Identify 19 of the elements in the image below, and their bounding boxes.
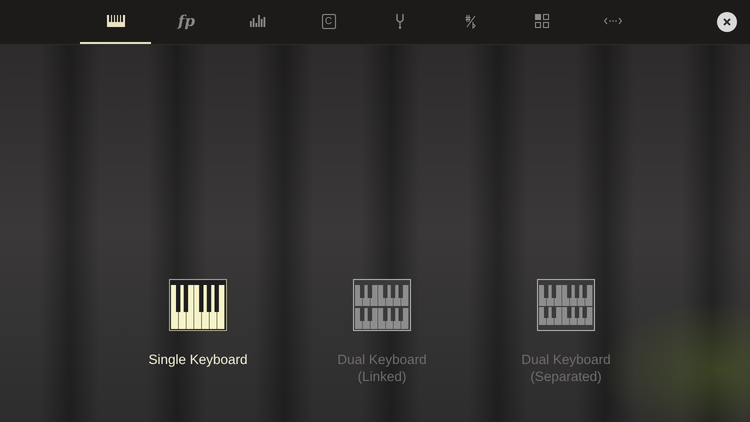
keyboard-icon xyxy=(106,15,124,27)
keyboard-mode-option[interactable]: Dual Keyboard (Linked) xyxy=(315,279,449,422)
toolbar-tab[interactable]: fp xyxy=(151,0,222,44)
keyboard-mode-option[interactable]: Single Keyboard xyxy=(131,279,265,422)
sharp-flat-icon xyxy=(464,14,476,28)
close-icon xyxy=(723,18,731,26)
keyboard-mode-option[interactable]: Dual Keyboard (Separated) xyxy=(499,279,633,422)
grid-icon xyxy=(534,14,548,28)
tuning-fork-icon xyxy=(394,14,404,28)
keyboard-icon xyxy=(537,279,595,331)
mode-label: Dual Keyboard (Separated) xyxy=(521,351,611,385)
width-icon xyxy=(604,17,622,25)
equalizer-icon xyxy=(250,15,266,27)
keyboard-icon xyxy=(169,279,227,331)
close-button[interactable] xyxy=(717,12,737,32)
mode-label: Dual Keyboard (Linked) xyxy=(337,351,427,385)
mode-label: Single Keyboard xyxy=(148,351,248,368)
toolbar-tab[interactable]: C xyxy=(293,0,364,44)
keyboard-icon xyxy=(353,279,411,331)
